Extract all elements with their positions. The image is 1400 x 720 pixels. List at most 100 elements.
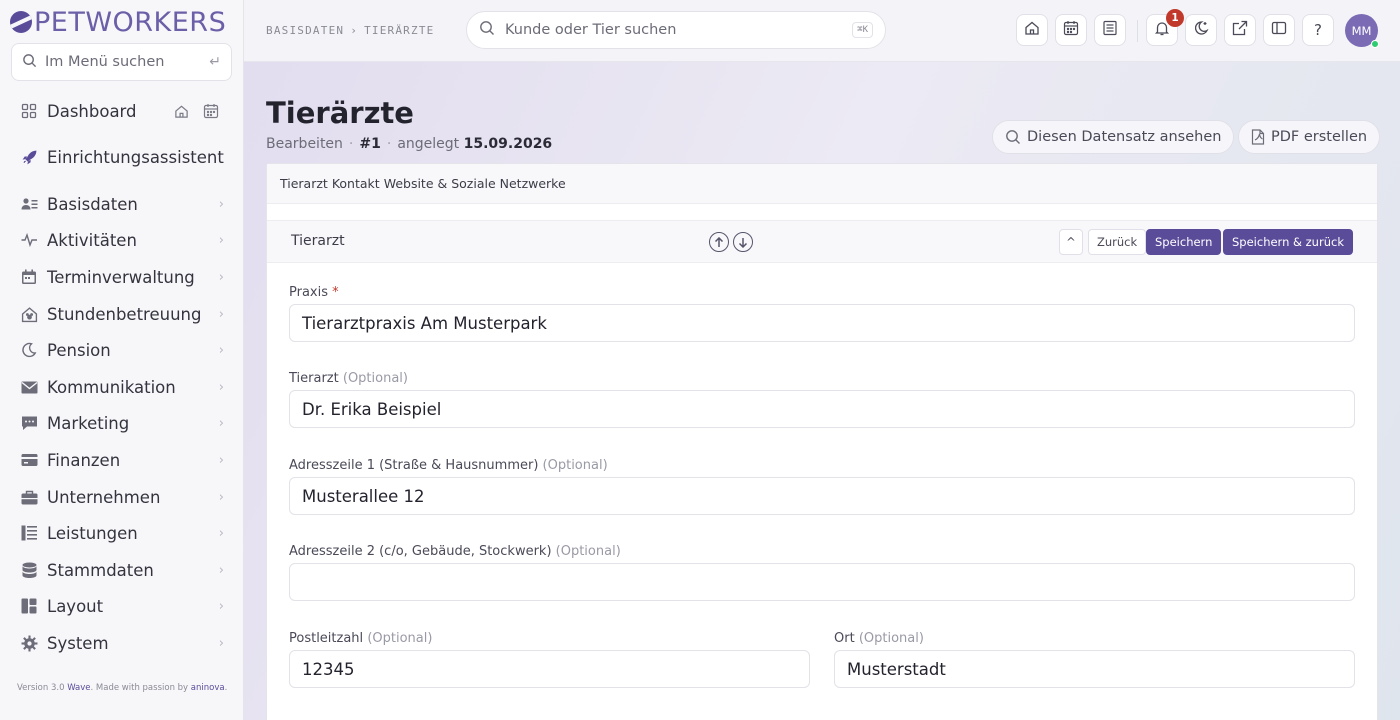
sidebar-item-stundenbetreuung[interactable]: Stundenbetreuung › <box>20 299 224 329</box>
chevron-right-icon: › <box>218 342 224 358</box>
sidebar-item-basisdaten[interactable]: Basisdaten › <box>20 189 224 219</box>
sidebar-item-aktivitaeten[interactable]: Aktivitäten › <box>20 225 224 255</box>
sidebar: PETWORKERS Im Menü suchen ↵ Dashboard Ei… <box>0 0 244 720</box>
notes-button[interactable] <box>1094 14 1126 46</box>
sidebar-item-system[interactable]: System › <box>20 628 224 658</box>
logo-text: PETWORKERS <box>34 6 227 38</box>
notification-badge: 1 <box>1166 9 1184 27</box>
moon-icon <box>20 341 38 359</box>
sidebar-item-label: Unternehmen <box>47 487 161 507</box>
sidebar-item-label: Aktivitäten <box>47 230 137 250</box>
breadcrumb-item-basisdaten[interactable]: BASISDATEN <box>266 24 344 37</box>
sidebar-item-stammdaten[interactable]: Stammdaten › <box>20 555 224 585</box>
brand-link[interactable]: aninova <box>191 683 225 693</box>
address2-field[interactable] <box>289 563 1355 601</box>
night-mode-button[interactable] <box>1185 14 1217 46</box>
praxis-label: Praxis * <box>289 285 339 300</box>
calendar-icon <box>20 268 38 286</box>
view-record-label: Diesen Datensatz ansehen <box>1027 129 1222 145</box>
praxis-field[interactable]: Tierarztpraxis Am Musterpark <box>289 304 1355 342</box>
sidebar-item-marketing[interactable]: Marketing › <box>20 408 224 438</box>
search-icon <box>479 20 495 40</box>
sidebar-item-label: Pension <box>47 340 111 360</box>
chevron-right-icon: › <box>218 489 224 505</box>
collapse-button[interactable]: ^ <box>1059 229 1083 255</box>
rocket-icon <box>20 148 38 166</box>
save-and-back-button[interactable]: Speichern & zurück <box>1223 229 1353 255</box>
sidebar-item-einrichtungsassistent[interactable]: Einrichtungsassistent <box>20 142 224 172</box>
view-record-button[interactable]: Diesen Datensatz ansehen <box>992 120 1235 154</box>
sidebar-item-label: Terminverwaltung <box>47 267 195 287</box>
toolbar-divider <box>1137 20 1138 42</box>
sidebar-item-label: Einrichtungsassistent <box>47 147 224 167</box>
sidebar-item-label: Marketing <box>47 413 130 433</box>
version-name: Wave <box>67 683 91 693</box>
created-date: 15.09.2026 <box>463 136 553 152</box>
move-up-button[interactable] <box>709 232 729 252</box>
question-icon: ? <box>1314 21 1322 39</box>
open-external-button[interactable] <box>1224 14 1256 46</box>
sidebar-item-dashboard[interactable]: Dashboard <box>20 96 224 126</box>
sidebar-item-unternehmen[interactable]: Unternehmen › <box>20 482 224 512</box>
optional-hint: (Optional) <box>367 631 433 646</box>
address1-label-text: Adresszeile 1 (Straße & Hausnummer) <box>289 458 539 473</box>
home-button[interactable] <box>1016 14 1048 46</box>
sidebar-item-leistungen[interactable]: Leistungen › <box>20 518 224 548</box>
user-list-icon <box>20 195 38 213</box>
global-search-input[interactable]: Kunde oder Tier suchen ⌘K <box>466 11 886 49</box>
page-title: Tierärzte <box>266 96 414 130</box>
optional-hint: (Optional) <box>555 544 621 559</box>
sidebar-item-pension[interactable]: Pension › <box>20 335 224 365</box>
tierarzt-field[interactable]: Dr. Erika Beispiel <box>289 390 1355 428</box>
sidebar-item-label: System <box>47 633 109 653</box>
save-button[interactable]: Speichern <box>1146 229 1222 255</box>
sidebar-item-label: Stammdaten <box>47 560 154 580</box>
edit-mode-label: Bearbeiten <box>266 136 343 152</box>
address1-field[interactable]: Musterallee 12 <box>289 477 1355 515</box>
chevron-right-icon: › <box>218 196 224 212</box>
home-icon[interactable] <box>168 101 194 121</box>
sidebar-item-kommunikation[interactable]: Kommunikation › <box>20 372 224 402</box>
briefcase-icon <box>20 488 38 506</box>
back-button[interactable]: Zurück <box>1088 229 1147 255</box>
tab-website-social[interactable]: Website & Soziale Netzwerke <box>384 176 566 191</box>
chevron-right-icon: › <box>218 232 224 248</box>
calendar-button[interactable] <box>1055 14 1087 46</box>
logo[interactable]: PETWORKERS <box>10 6 226 38</box>
move-down-button[interactable] <box>733 232 753 252</box>
chevron-right-icon: › <box>218 306 224 322</box>
city-field[interactable]: Musterstadt <box>834 650 1355 688</box>
sidebar-item-label: Layout <box>47 596 104 616</box>
subtitle-separator: · <box>348 136 354 152</box>
sidebar-item-terminverwaltung[interactable]: Terminverwaltung › <box>20 262 224 292</box>
arrow-down-icon <box>738 237 748 248</box>
toggle-sidebar-button[interactable] <box>1263 14 1295 46</box>
calendar-icon <box>1063 20 1079 40</box>
chevron-right-icon: › <box>218 379 224 395</box>
created-label: angelegt <box>397 136 460 152</box>
search-icon <box>22 53 37 72</box>
menu-search-placeholder: Im Menü suchen <box>45 54 165 70</box>
section-header: Tierarzt ^ Zurück Speichern Speichern & … <box>267 220 1377 263</box>
required-marker: * <box>332 285 339 300</box>
enter-key-icon: ↵ <box>209 54 221 70</box>
address1-label: Adresszeile 1 (Straße & Hausnummer) (Opt… <box>289 458 608 473</box>
sidebar-item-layout[interactable]: Layout › <box>20 591 224 621</box>
chevron-right-icon: › <box>218 635 224 651</box>
sidebar-toggle-icon <box>1271 20 1287 40</box>
tab-kontakt[interactable]: Kontakt <box>332 176 380 191</box>
menu-search-input[interactable]: Im Menü suchen ↵ <box>11 43 232 81</box>
zip-field[interactable]: 12345 <box>289 650 810 688</box>
breadcrumb: BASISDATEN › TIERÄRZTE <box>266 24 434 37</box>
sidebar-item-label: Basisdaten <box>47 194 138 214</box>
sidebar-item-finanzen[interactable]: Finanzen › <box>20 445 224 475</box>
online-status-dot <box>1371 40 1379 48</box>
chevron-right-icon: › <box>218 452 224 468</box>
tab-tierarzt[interactable]: Tierarzt <box>280 176 328 191</box>
help-button[interactable]: ? <box>1302 14 1334 46</box>
create-pdf-button[interactable]: PDF erstellen <box>1238 120 1381 154</box>
house-paw-icon <box>20 305 38 323</box>
version-text: Version 3.0 <box>17 683 68 693</box>
calendar-icon[interactable] <box>198 101 224 121</box>
optional-hint: (Optional) <box>858 631 924 646</box>
